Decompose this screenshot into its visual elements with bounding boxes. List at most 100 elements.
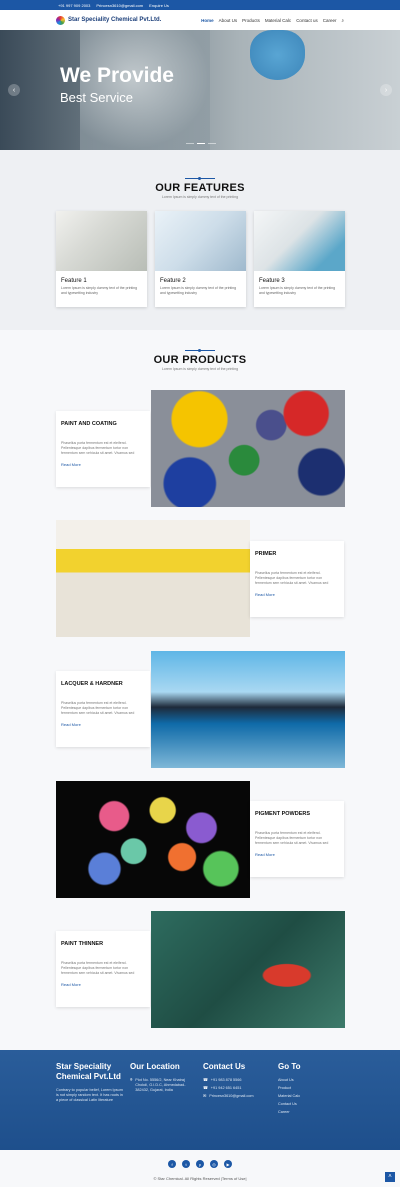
prev-arrow-icon[interactable]: ‹ (8, 84, 20, 96)
enquire-link[interactable]: Enquire Us (149, 3, 169, 8)
products-heading: OUR PRODUCTS Lorem Ipsum is simply dummy… (0, 349, 400, 371)
read-more-link[interactable]: Read More (61, 722, 145, 727)
brand-name: Star Speciality Chemical Pvt.Ltd. (68, 17, 162, 23)
twitter-icon[interactable]: t (182, 1160, 190, 1168)
footer-contact-title: Contact Us (203, 1062, 246, 1071)
read-more-link[interactable]: Read More (61, 982, 145, 987)
social-links: f t p ◎ ▶ (168, 1160, 232, 1168)
product-card: LACQUER & HARDNER Phasellus porta fermen… (56, 671, 150, 747)
footer-link[interactable]: Product (278, 1086, 338, 1091)
feature-title: Feature 2 (160, 278, 186, 284)
slider-dot[interactable] (208, 143, 216, 144)
phone-icon: ☎ (203, 1078, 208, 1082)
product-title: LACQUER & HARDNER (61, 681, 123, 687)
product-desc: Phasellus porta fermentum est et eleifen… (61, 961, 135, 975)
facebook-icon[interactable]: f (168, 1160, 176, 1168)
instagram-icon[interactable]: ◎ (210, 1160, 218, 1168)
map-pin-icon: ⌾ (130, 1078, 133, 1082)
product-desc: Phasellus porta fermentum est et eleifen… (255, 571, 329, 585)
footer-company-name: Star Speciality Chemical Pvt.Ltd (56, 1062, 121, 1081)
product-image-thinner (151, 911, 345, 1028)
youtube-icon[interactable]: ▶ (224, 1160, 232, 1168)
product-title: PAINT AND COATING (61, 421, 117, 427)
read-more-link[interactable]: Read More (255, 852, 339, 857)
feature-title: Feature 1 (61, 278, 87, 284)
product-desc: Phasellus porta fermentum est et eleifen… (61, 441, 135, 455)
divider (185, 349, 215, 352)
footer-email[interactable]: Princesn3610@gmail.com (209, 1094, 253, 1099)
feature-image (155, 211, 246, 271)
read-more-link[interactable]: Read More (255, 592, 339, 597)
feature-image (56, 211, 147, 271)
mail-icon: ✉ (203, 1094, 207, 1098)
feature-text: Lorem Ipsum is simply dummy text of the … (259, 286, 336, 295)
footer-company: Star Speciality Chemical Pvt.Ltd Contrar… (56, 1062, 126, 1103)
product-image-primer (56, 520, 250, 637)
footer-link[interactable]: About Us (278, 1078, 338, 1083)
footer-about: Contrary to popular belief, Lorem Ipsum … (56, 1088, 123, 1102)
copyright: © Star Chemical. All Rights Reserved |Te… (153, 1176, 247, 1181)
menu-products[interactable]: Products (242, 18, 260, 23)
product-image-lacquer (151, 651, 345, 768)
feature-card: Feature 2 Lorem Ipsum is simply dummy te… (155, 211, 246, 307)
product-desc: Phasellus porta fermentum est et eleifen… (255, 831, 329, 845)
footer-contact: Contact Us ☎ +91 983 878 5566 ☎ +91 942 65… (203, 1062, 273, 1102)
footer-phone1[interactable]: +91 983 878 5566 (211, 1078, 242, 1083)
brand[interactable]: Star Speciality Chemical Pvt.Ltd. (56, 15, 162, 25)
product-card: PIGMENT POWDERS Phasellus porta fermentu… (250, 801, 344, 877)
products-subtitle: Lorem Ipsum is simply dummy text of the … (161, 367, 239, 371)
logo-icon (56, 15, 65, 25)
product-image-pigment (56, 781, 250, 898)
pinterest-icon[interactable]: p (196, 1160, 204, 1168)
footer-phone2[interactable]: +91 942 651 6451 (211, 1086, 242, 1091)
top-bar: +91 997 909 2003 Princesn3610@gmail.com … (0, 0, 400, 10)
menu-contact[interactable]: Contact us (296, 18, 318, 23)
hero-glove (250, 30, 305, 80)
feature-text: Lorem Ipsum is simply dummy text of the … (160, 286, 237, 295)
navbar: Star Speciality Chemical Pvt.Ltd. Home A… (0, 10, 400, 30)
main-menu: Home About Us Products Material Calc Con… (201, 18, 344, 23)
feature-title: Feature 3 (259, 278, 285, 284)
menu-career[interactable]: Career (323, 18, 337, 23)
menu-about[interactable]: About Us (219, 18, 238, 23)
next-arrow-icon[interactable]: › (380, 84, 392, 96)
footer-goto-title: Go To (278, 1062, 301, 1071)
footer-link[interactable]: Material Calc (278, 1094, 338, 1099)
products-title: OUR PRODUCTS (153, 354, 247, 366)
product-card: PAINT THINNER Phasellus porta fermentum … (56, 931, 150, 1007)
feature-text: Lorem Ipsum is simply dummy text of the … (61, 286, 138, 295)
feature-image (254, 211, 345, 271)
product-image-paint (151, 390, 345, 507)
footer-address: Plot No. 5556/2, Near Khatraj Chokdi, G.… (135, 1078, 186, 1092)
footer-phone-row: ☎ +91 983 878 5566 (203, 1078, 273, 1083)
footer-email-row: ✉ Princesn3610@gmail.com (203, 1094, 273, 1099)
search-icon[interactable]: ⌕ (341, 18, 344, 23)
product-title: PAINT THINNER (61, 941, 104, 947)
back-to-top-icon[interactable]: ˄ (385, 1172, 395, 1182)
footer-link[interactable]: Career (278, 1110, 338, 1115)
product-card: PRIMER Phasellus porta fermentum est et … (250, 541, 344, 617)
footer-address-row: ⌾ Plot No. 5556/2, Near Khatraj Chokdi, G… (130, 1078, 198, 1093)
slider-dots (186, 143, 216, 144)
hero-title: We Provide (60, 64, 174, 87)
product-title: PIGMENT POWDERS (255, 811, 311, 817)
footer-phone-row: ☎ +91 942 651 6451 (203, 1086, 273, 1091)
footer-location: Our Location ⌾ Plot No. 5556/2, Near Khat… (130, 1062, 198, 1096)
footer-goto: Go To About Us Product Material Calc Con… (278, 1062, 338, 1118)
features-title: OUR FEATURES (155, 182, 245, 194)
hero-slider: We Provide Best Service ‹ › (0, 30, 400, 150)
read-more-link[interactable]: Read More (61, 462, 145, 467)
product-desc: Phasellus porta fermentum est et eleifen… (61, 701, 135, 715)
slider-dot[interactable] (186, 143, 194, 144)
slider-dot[interactable] (197, 143, 205, 144)
hero-subtitle: Best Service (60, 90, 133, 105)
features-heading: OUR FEATURES Lorem Ipsum is simply dummy… (0, 177, 400, 199)
footer-link[interactable]: Contact Us (278, 1102, 338, 1107)
product-card: PAINT AND COATING Phasellus porta fermen… (56, 411, 150, 487)
menu-material-calc[interactable]: Material Calc (265, 18, 291, 23)
divider (185, 177, 215, 180)
email-text[interactable]: Princesn3610@gmail.com (96, 3, 143, 8)
footer-location-title: Our Location (130, 1062, 180, 1071)
phone-text: +91 997 909 2003 (58, 2, 91, 8)
menu-home[interactable]: Home (201, 18, 214, 23)
